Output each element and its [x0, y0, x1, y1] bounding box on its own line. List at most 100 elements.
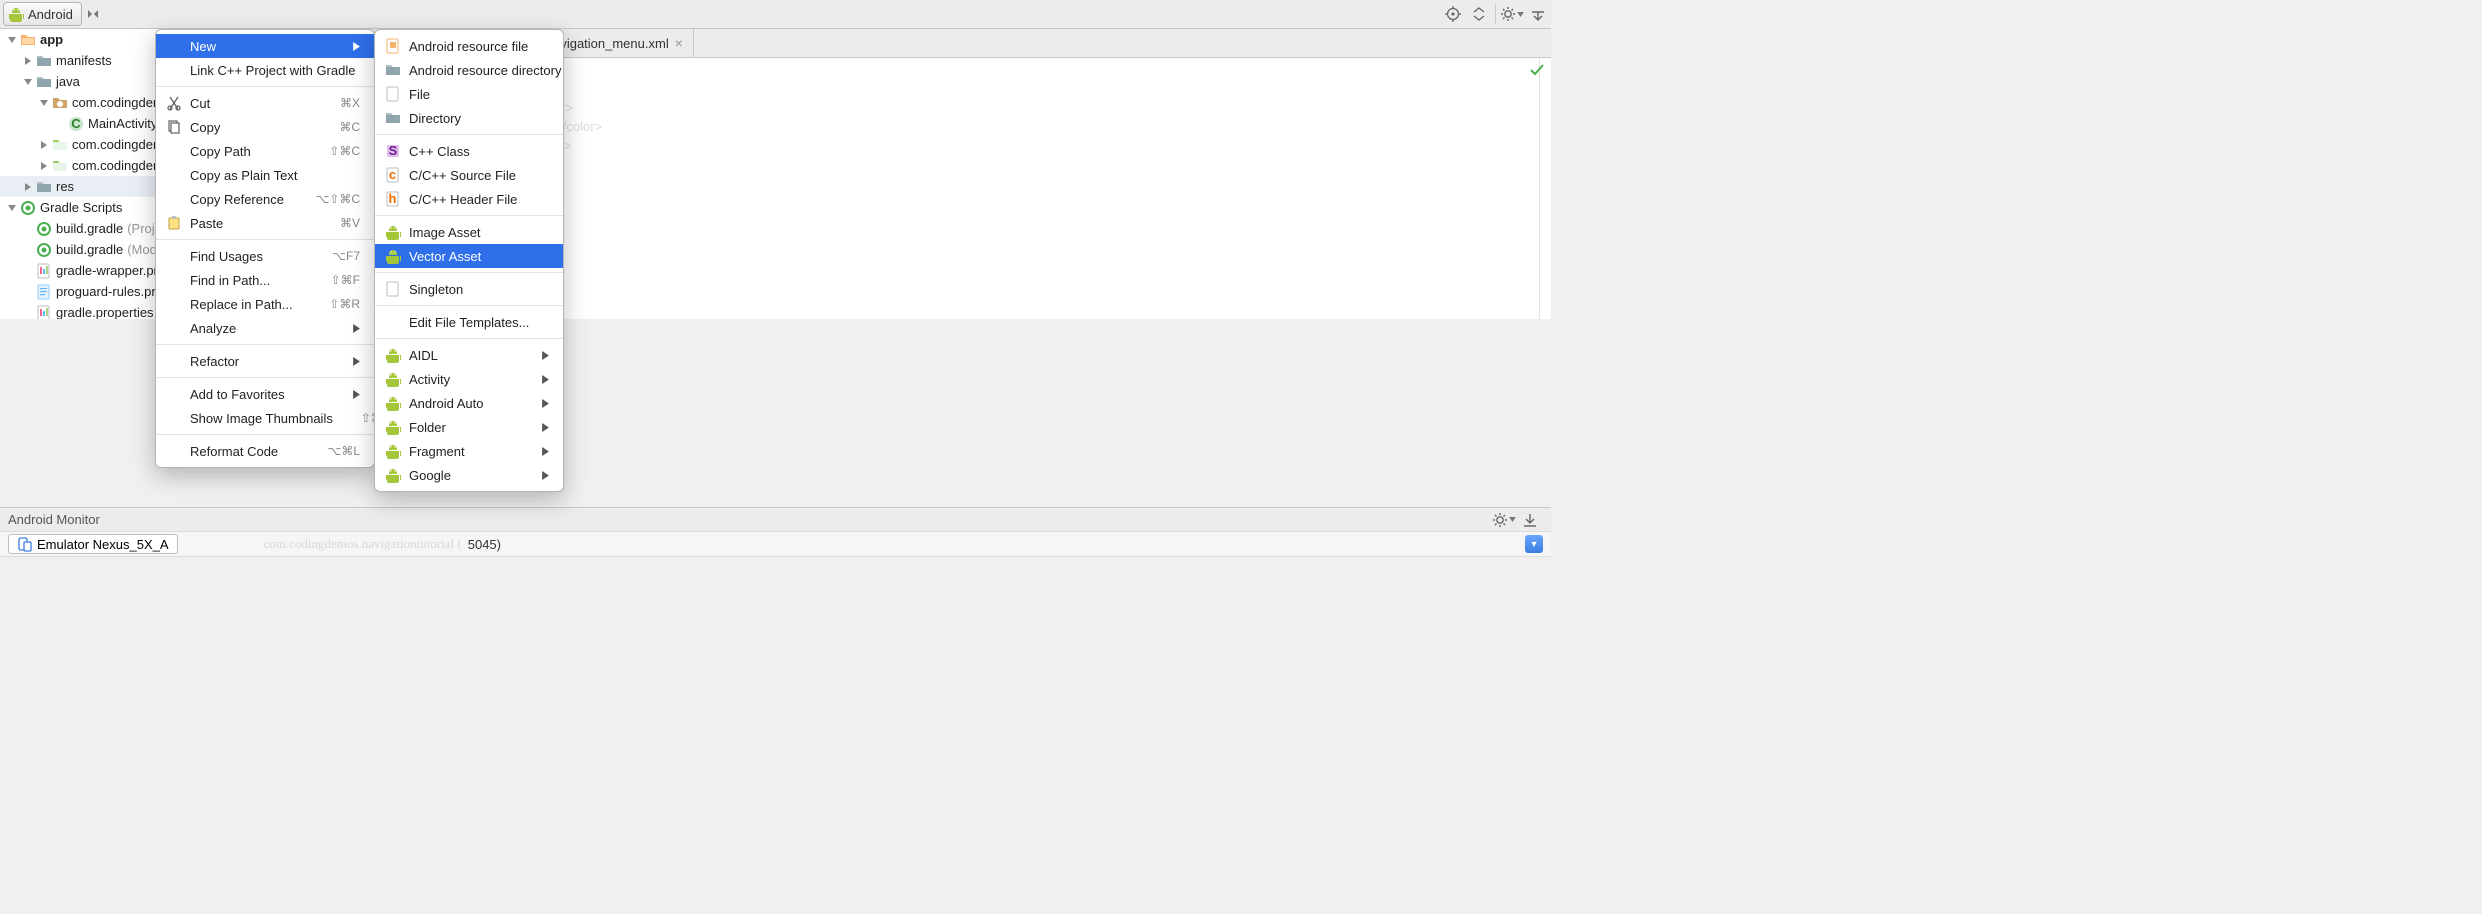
- new-c-c-header-file[interactable]: C/C++ Header File: [375, 187, 563, 211]
- new-edit-file-templates[interactable]: Edit File Templates...: [375, 310, 563, 334]
- new-submenu[interactable]: Android resource file Android resource di…: [374, 29, 564, 492]
- tree-label: java: [56, 74, 80, 89]
- tool-window-label: Android Monitor: [8, 512, 100, 527]
- submenu-arrow-icon: [353, 324, 360, 333]
- collapse-all-button[interactable]: [1466, 0, 1492, 28]
- new-directory[interactable]: Directory: [375, 106, 563, 130]
- new-fragment[interactable]: Fragment: [375, 439, 563, 463]
- marker-bar[interactable]: [1539, 58, 1551, 319]
- menu-item-label: Google: [409, 468, 516, 483]
- menu-item-label: Fragment: [409, 444, 516, 459]
- submenu-arrow-icon: [542, 399, 549, 408]
- new-vector-asset[interactable]: Vector Asset: [375, 244, 563, 268]
- menu-item-label: Folder: [409, 420, 516, 435]
- tab-label: navigation_menu.xml: [546, 36, 669, 51]
- new-android-resource-file[interactable]: Android resource file: [375, 34, 563, 58]
- tree-label: gradle.properties: [56, 305, 154, 319]
- menu-item-label: AIDL: [409, 348, 516, 363]
- ctx-show-image-thumbnails[interactable]: Show Image Thumbnails⇧⌘T: [156, 406, 374, 430]
- ctx-refactor[interactable]: Refactor: [156, 349, 374, 373]
- editor-right-pane: [999, 58, 1539, 319]
- new-google[interactable]: Google: [375, 463, 563, 487]
- bottom-tool-window: Android Monitor Emulator Nexus_5X_A com.…: [0, 507, 1551, 571]
- menu-item-label: Copy Path: [190, 144, 301, 159]
- menu-item-label: Link C++ Project with Gradle: [190, 63, 360, 78]
- menu-item-label: Singleton: [409, 282, 549, 297]
- menu-item-label: Vector Asset: [409, 249, 549, 264]
- submenu-arrow-icon: [353, 42, 360, 51]
- submenu-arrow-icon: [542, 375, 549, 384]
- menu-shortcut: ⇧⌘F: [331, 273, 360, 287]
- menu-shortcut: ⌘V: [340, 216, 360, 230]
- ctx-replace-in-path[interactable]: Replace in Path...⇧⌘R: [156, 292, 374, 316]
- menu-item-label: Add to Favorites: [190, 387, 327, 402]
- menu-shortcut: ⌥⇧⌘C: [315, 192, 360, 206]
- menu-item-label: Reformat Code: [190, 444, 299, 459]
- menu-item-label: Edit File Templates...: [409, 315, 549, 330]
- new-c-c-source-file[interactable]: C/C++ Source File: [375, 163, 563, 187]
- tool-settings-button[interactable]: [1491, 512, 1517, 528]
- menu-shortcut: ⌥⌘L: [327, 444, 360, 458]
- settings-button[interactable]: [1499, 0, 1525, 28]
- menu-item-label: Show Image Thumbnails: [190, 411, 333, 426]
- new-file[interactable]: File: [375, 82, 563, 106]
- ctx-new[interactable]: New: [156, 34, 374, 58]
- device-selector[interactable]: Emulator Nexus_5X_A: [8, 534, 178, 554]
- ctx-find-in-path[interactable]: Find in Path... ⇧⌘F: [156, 268, 374, 292]
- scroll-from-source-button[interactable]: [1440, 0, 1466, 28]
- hide-tool-button[interactable]: [1525, 0, 1551, 28]
- ctx-copy-as-plain-text[interactable]: Copy as Plain Text: [156, 163, 374, 187]
- ctx-cut[interactable]: Cut⌘X: [156, 91, 374, 115]
- menu-item-label: Activity: [409, 372, 516, 387]
- menu-item-label: Replace in Path...: [190, 297, 301, 312]
- ctx-copy-path[interactable]: Copy Path ⇧⌘C: [156, 139, 374, 163]
- context-menu[interactable]: NewLink C++ Project with GradleCut⌘XCopy…: [155, 29, 375, 468]
- submenu-arrow-icon: [353, 390, 360, 399]
- menu-item-label: Analyze: [190, 321, 327, 336]
- view-mode-selector[interactable]: Android: [3, 2, 82, 26]
- check-icon: [1529, 62, 1545, 78]
- tab-close-button[interactable]: ×: [675, 36, 683, 50]
- menu-item-label: File: [409, 87, 549, 102]
- submenu-arrow-icon: [542, 447, 549, 456]
- ctx-analyze[interactable]: Analyze: [156, 316, 374, 340]
- ctx-copy[interactable]: Copy ⌘C: [156, 115, 374, 139]
- menu-item-label: Find in Path...: [190, 273, 303, 288]
- tool-hide-button[interactable]: [1517, 512, 1543, 528]
- new-activity[interactable]: Activity: [375, 367, 563, 391]
- menu-item-label: Android resource file: [409, 39, 549, 54]
- menu-shortcut: ⇧⌘C: [329, 144, 360, 158]
- menu-shortcut: ⌘C: [339, 120, 360, 134]
- devices-icon: [17, 536, 33, 552]
- menu-item-label: Copy Reference: [190, 192, 287, 207]
- new-android-resource-directory[interactable]: Android resource directory: [375, 58, 563, 82]
- new-folder[interactable]: Folder: [375, 415, 563, 439]
- ctx-copy-reference[interactable]: Copy Reference ⌥⇧⌘C: [156, 187, 374, 211]
- menu-item-label: Find Usages: [190, 249, 304, 264]
- menu-item-label: Copy: [190, 120, 311, 135]
- new-android-auto[interactable]: Android Auto: [375, 391, 563, 415]
- menu-item-label: Cut: [190, 96, 312, 111]
- ctx-find-usages[interactable]: Find Usages⌥F7: [156, 244, 374, 268]
- tree-label: res: [56, 179, 74, 194]
- submenu-arrow-icon: [542, 471, 549, 480]
- ctx-add-to-favorites[interactable]: Add to Favorites: [156, 382, 374, 406]
- ctx-reformat-code[interactable]: Reformat Code ⌥⌘L: [156, 439, 374, 463]
- new-aidl[interactable]: AIDL: [375, 343, 563, 367]
- tree-label: build.gradle: [56, 221, 123, 236]
- new-c-class[interactable]: C++ Class: [375, 139, 563, 163]
- new-image-asset[interactable]: Image Asset: [375, 220, 563, 244]
- menu-item-label: Android Auto: [409, 396, 516, 411]
- new-singleton[interactable]: Singleton: [375, 277, 563, 301]
- nav-arrows[interactable]: [85, 0, 111, 28]
- device-label: Emulator Nexus_5X_A: [37, 537, 169, 552]
- tree-label: proguard-rules.pro: [56, 284, 163, 299]
- process-suffix: 5045): [468, 537, 501, 552]
- tool-window-header[interactable]: Android Monitor: [0, 508, 1551, 532]
- ctx-paste[interactable]: Paste⌘V: [156, 211, 374, 235]
- menu-item-label: New: [190, 39, 327, 54]
- ctx-link-c-project-with-gradle[interactable]: Link C++ Project with Gradle: [156, 58, 374, 82]
- tree-label: app: [40, 32, 63, 47]
- process-dropdown-button[interactable]: ▾: [1525, 535, 1543, 553]
- menu-item-label: C/C++ Header File: [409, 192, 549, 207]
